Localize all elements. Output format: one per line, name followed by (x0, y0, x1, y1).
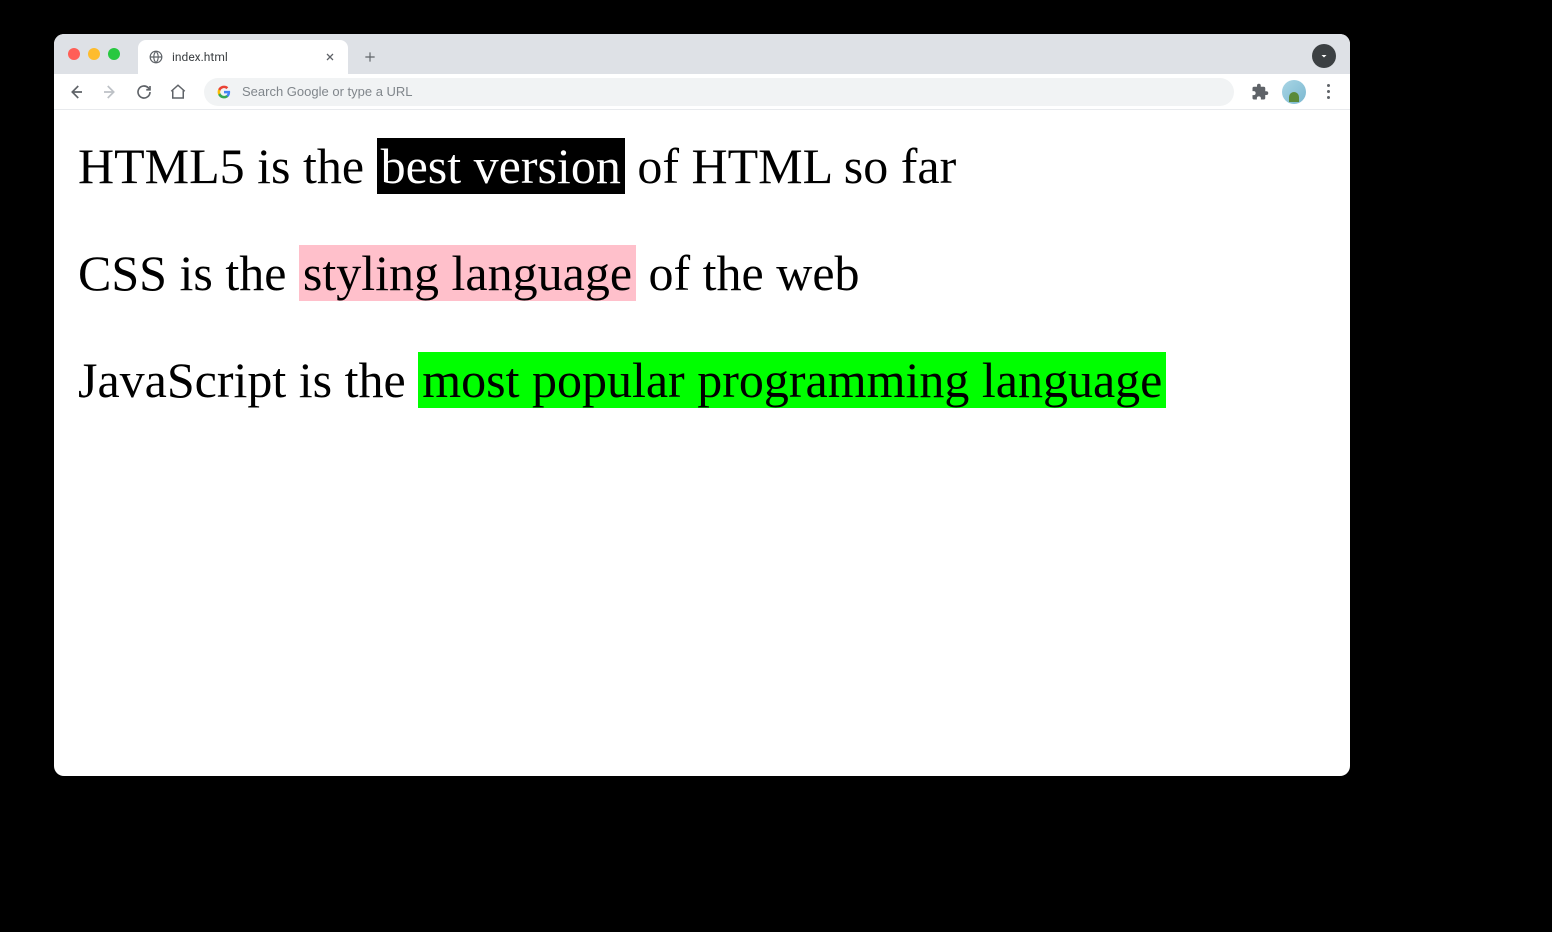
tab-bar: index.html (54, 34, 1350, 74)
highlight-black: best version (377, 138, 625, 194)
window-minimize-button[interactable] (88, 48, 100, 60)
heading-3: JavaScript is the most popular programmi… (78, 348, 1326, 413)
window-close-button[interactable] (68, 48, 80, 60)
address-bar[interactable] (204, 78, 1234, 106)
home-button[interactable] (164, 78, 192, 106)
page-content: HTML5 is the best version of HTML so far… (54, 110, 1350, 479)
toolbar (54, 74, 1350, 110)
heading-1: HTML5 is the best version of HTML so far (78, 134, 1326, 199)
highlight-pink: styling language (299, 245, 636, 301)
text-after: of the web (636, 245, 860, 301)
profile-avatar[interactable] (1280, 78, 1308, 106)
window-maximize-button[interactable] (108, 48, 120, 60)
tab-title: index.html (172, 50, 322, 64)
back-button[interactable] (62, 78, 90, 106)
text-before: CSS is the (78, 245, 299, 301)
window-controls (68, 48, 120, 60)
browser-tab[interactable]: index.html (138, 40, 348, 74)
forward-button[interactable] (96, 78, 124, 106)
kebab-icon (1327, 84, 1330, 99)
google-icon (216, 84, 232, 100)
heading-2: CSS is the styling language of the web (78, 241, 1326, 306)
globe-icon (148, 49, 164, 65)
omnibox-input[interactable] (242, 84, 1222, 99)
chevron-down-icon[interactable] (1312, 44, 1336, 68)
browser-menu-button[interactable] (1314, 78, 1342, 106)
highlight-green: most popular programming language (418, 352, 1166, 408)
avatar-icon (1282, 80, 1306, 104)
text-before: HTML5 is the (78, 138, 377, 194)
text-after: of HTML so far (625, 138, 956, 194)
new-tab-button[interactable] (356, 43, 384, 71)
extensions-button[interactable] (1246, 78, 1274, 106)
reload-button[interactable] (130, 78, 158, 106)
browser-window: index.html (54, 34, 1350, 776)
close-tab-button[interactable] (322, 49, 338, 65)
text-before: JavaScript is the (78, 352, 418, 408)
